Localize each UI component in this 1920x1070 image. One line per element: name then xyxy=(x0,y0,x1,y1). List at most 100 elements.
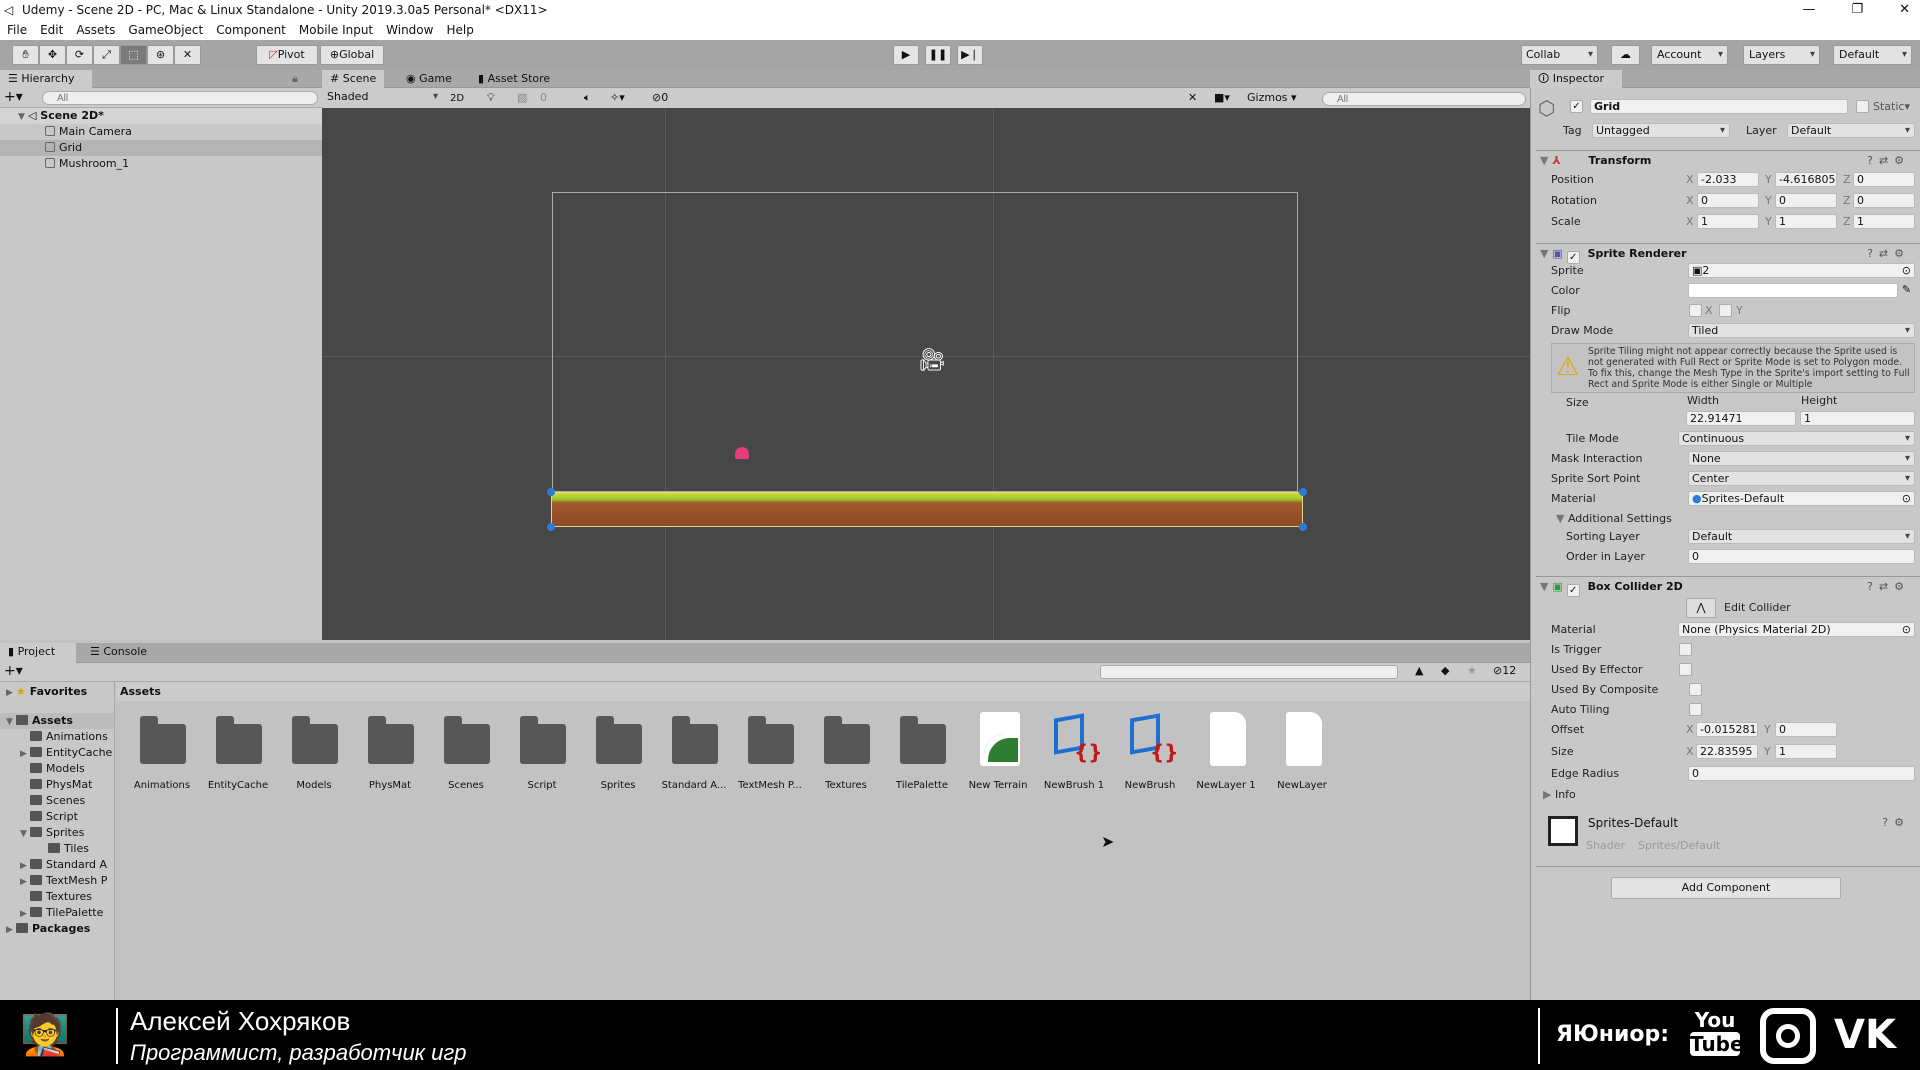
rotate-tool-button[interactable]: ⟳ xyxy=(66,45,93,65)
asset-brush[interactable]: {} NewBrush xyxy=(1112,712,1188,791)
size-y-input[interactable]: 1 xyxy=(1775,744,1837,759)
project-search-input[interactable] xyxy=(1100,665,1398,679)
youtube-icon[interactable]: You Tube xyxy=(1690,1008,1744,1056)
box-collider-header[interactable]: ▼ ▣ ✓ Box Collider 2D ?⇄⚙ xyxy=(1536,576,1920,597)
menu-component[interactable]: Component xyxy=(216,20,286,40)
static-dropdown[interactable]: Static▾ xyxy=(1873,100,1910,113)
folder-tree-item[interactable]: ▼ Sprites xyxy=(0,825,114,841)
material-menu-icons[interactable]: ?⚙ xyxy=(1882,816,1910,829)
flip-x-checkbox[interactable] xyxy=(1689,304,1702,317)
hand-tool-button[interactable]: ✋︎ xyxy=(12,45,39,65)
assets-root-item[interactable]: ▼ Assets xyxy=(0,713,114,729)
grid-ground-sprite[interactable] xyxy=(551,492,1303,527)
material-field[interactable]: ●Sprites-Default ⊙ xyxy=(1688,491,1915,506)
layer-dropdown[interactable]: Default xyxy=(1787,123,1915,138)
edit-collider-button[interactable]: ⋀ xyxy=(1686,598,1716,618)
vk-icon[interactable]: VK xyxy=(1834,1010,1896,1060)
auto-tiling-checkbox[interactable] xyxy=(1689,703,1702,716)
folder-tree-item[interactable]: Script xyxy=(0,809,114,825)
tab-inspector[interactable]: 🛈 Inspector xyxy=(1530,70,1622,88)
tab-scene[interactable]: # Scene xyxy=(322,70,385,88)
rotation-y-input[interactable]: 0 xyxy=(1775,193,1837,208)
menu-edit[interactable]: Edit xyxy=(40,20,63,40)
scale-z-input[interactable]: 1 xyxy=(1853,214,1915,229)
asset-file[interactable]: NewLayer 1 xyxy=(1188,712,1264,791)
position-z-input[interactable]: 0 xyxy=(1853,172,1915,187)
additional-settings-foldout[interactable]: ▼ Additional Settings xyxy=(1556,512,1672,525)
component-menu-icons[interactable]: ?⇄⚙ xyxy=(1867,244,1910,264)
sort-point-dropdown[interactable]: Center xyxy=(1688,471,1915,486)
layers-dropdown[interactable]: Layers xyxy=(1743,45,1820,65)
hierarchy-search-input[interactable] xyxy=(42,91,318,105)
scene-view[interactable]: 🎥︎ xyxy=(322,108,1530,640)
component-menu-icons[interactable]: ?⇄⚙ xyxy=(1867,151,1910,171)
camera-gizmo-icon[interactable]: 🎥︎ xyxy=(918,348,946,373)
scale-y-input[interactable]: 1 xyxy=(1775,214,1837,229)
effects-icon[interactable]: ✧▾ xyxy=(610,91,625,104)
color-field[interactable] xyxy=(1688,283,1898,298)
cloud-button[interactable]: ☁ xyxy=(1611,45,1640,65)
static-checkbox[interactable] xyxy=(1856,100,1869,113)
layout-dropdown[interactable]: Default xyxy=(1833,45,1912,65)
create-button[interactable]: +▾ xyxy=(4,663,23,679)
tab-project[interactable]: ▮ Project xyxy=(0,643,76,663)
rotation-z-input[interactable]: 0 xyxy=(1853,193,1915,208)
active-checkbox[interactable]: ✓ xyxy=(1570,100,1583,113)
hierarchy-item-mushroom[interactable]: Mushroom_1 xyxy=(0,156,322,172)
transform-tool-button[interactable]: ⊛ xyxy=(147,45,174,65)
tile-mode-dropdown[interactable]: Continuous xyxy=(1678,431,1915,446)
2d-toggle[interactable]: 2D xyxy=(444,90,470,107)
audio-icon[interactable]: 🔈︎ xyxy=(584,91,591,105)
draw-mode-dropdown[interactable]: Tiled xyxy=(1688,323,1915,338)
image-icon[interactable]: ▧ xyxy=(517,91,527,104)
rect-tool-button[interactable]: ⬚ xyxy=(120,45,147,65)
asset-file[interactable]: NewLayer xyxy=(1264,712,1340,791)
offset-y-input[interactable]: 0 xyxy=(1775,722,1837,737)
collab-dropdown[interactable]: Collab xyxy=(1521,45,1598,65)
pause-button[interactable]: ❚❚ xyxy=(925,45,951,65)
camera-dropdown[interactable]: ■▾ xyxy=(1214,91,1230,104)
asset-folder[interactable]: Script xyxy=(504,712,580,791)
folder-tree-item[interactable]: PhysMat xyxy=(0,777,114,793)
scene-search-input[interactable] xyxy=(1322,92,1526,106)
rotation-x-input[interactable]: 0 xyxy=(1697,193,1759,208)
object-name-input[interactable]: Grid xyxy=(1590,99,1848,114)
position-x-input[interactable]: -2.033 xyxy=(1697,172,1759,187)
menu-window[interactable]: Window xyxy=(386,20,433,40)
play-button[interactable]: ▶ xyxy=(893,45,919,65)
tab-hierarchy[interactable]: ☰ Hierarchy xyxy=(0,70,92,88)
asset-folder[interactable]: Animations xyxy=(124,712,200,791)
move-tool-button[interactable]: ✥ xyxy=(39,45,66,65)
asset-folder[interactable]: Models xyxy=(276,712,352,791)
folder-tree-item[interactable]: Textures xyxy=(0,889,114,905)
used-by-composite-checkbox[interactable] xyxy=(1689,683,1702,696)
close-button[interactable]: ✕ xyxy=(1899,0,1910,20)
step-button[interactable]: ▶❘ xyxy=(957,45,983,65)
mushroom-sprite[interactable] xyxy=(735,447,749,459)
shading-dropdown[interactable]: Shaded xyxy=(324,90,442,105)
tools-icon[interactable]: ✕ xyxy=(1188,91,1197,104)
hidden-packages-toggle[interactable]: ⊘12 xyxy=(1493,664,1516,677)
position-y-input[interactable]: -4.616805 xyxy=(1775,172,1837,187)
component-menu-icons[interactable]: ?⇄⚙ xyxy=(1867,577,1910,597)
folder-tree-item[interactable]: ▶ TextMesh P xyxy=(0,873,114,889)
hierarchy-item-grid[interactable]: Grid xyxy=(0,140,322,156)
asset-folder[interactable]: TextMesh P... xyxy=(732,712,808,791)
asset-folder[interactable]: Scenes xyxy=(428,712,504,791)
tab-game[interactable]: ◉ Game xyxy=(398,70,460,88)
gizmos-dropdown[interactable]: Gizmos ▾ xyxy=(1247,91,1297,104)
instagram-icon[interactable] xyxy=(1760,1008,1816,1064)
breadcrumb[interactable]: Assets xyxy=(116,682,1530,701)
transform-header[interactable]: ▼ ⅄ Transform ?⇄⚙ xyxy=(1536,150,1920,170)
scale-tool-button[interactable]: ⤢ xyxy=(93,45,120,65)
create-button[interactable]: +▾ xyxy=(4,89,23,105)
hidden-objects-toggle[interactable]: ⊘0 xyxy=(652,91,668,104)
filter-type-icon[interactable]: ▲ xyxy=(1415,664,1423,677)
info-foldout[interactable]: ▶ Info xyxy=(1543,788,1576,801)
width-input[interactable]: 22.91471 xyxy=(1686,411,1796,426)
flip-y-checkbox[interactable] xyxy=(1719,304,1732,317)
folder-tree-item[interactable]: Animations xyxy=(0,729,114,745)
order-input[interactable]: 0 xyxy=(1688,549,1915,564)
asset-terrain[interactable]: New Terrain xyxy=(960,712,1036,791)
size-x-input[interactable]: 22.83595 xyxy=(1696,744,1758,759)
